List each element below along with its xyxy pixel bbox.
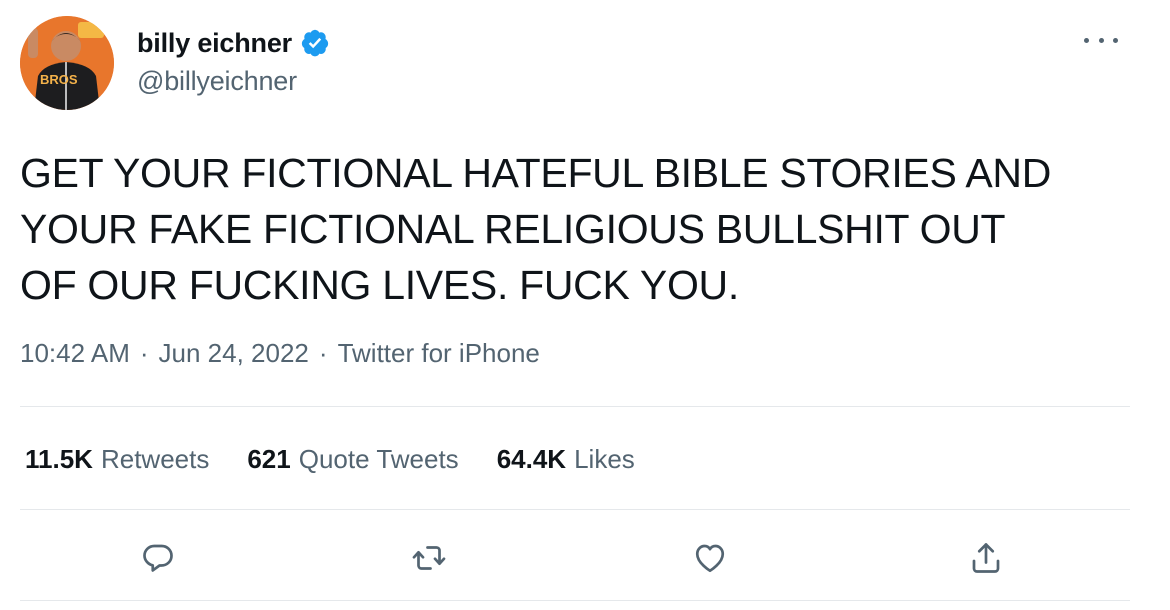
author-display-name[interactable]: billy eichner	[137, 28, 292, 59]
retweets-count: 11.5K	[25, 444, 93, 474]
retweet-button[interactable]	[405, 534, 453, 582]
quote-tweets-label: Quote Tweets	[298, 444, 459, 474]
likes-count: 64.4K	[496, 444, 567, 474]
retweet-icon	[412, 546, 446, 570]
meta-separator: ·	[318, 338, 328, 368]
reply-button[interactable]	[134, 534, 182, 582]
like-button[interactable]	[686, 534, 734, 582]
retweets-stat[interactable]: 11.5K Retweets	[25, 444, 209, 475]
more-dot	[1113, 37, 1118, 43]
divider	[20, 509, 1130, 510]
tweet-text: GET YOUR FICTIONAL HATEFUL BIBLE STORIES…	[20, 145, 1130, 313]
avatar-image: BROS	[20, 16, 114, 110]
tweet-meta: 10:42 AM · Jun 24, 2022 · Twitter for iP…	[20, 338, 540, 369]
quote-tweets-stat[interactable]: 621 Quote Tweets	[247, 444, 458, 475]
quote-tweets-count: 621	[247, 444, 291, 474]
divider	[20, 600, 1130, 601]
author-handle[interactable]: @billyeichner	[137, 66, 297, 97]
avatar[interactable]: BROS	[20, 16, 114, 110]
tweet-stats: 11.5K Retweets 621 Quote Tweets 64.4K Li…	[25, 444, 635, 475]
meta-separator: ·	[139, 338, 149, 368]
tweet-source[interactable]: Twitter for iPhone	[338, 338, 540, 369]
tweet-text-line: OF OUR FUCKING LIVES. FUCK YOU.	[20, 262, 739, 308]
more-dot	[1084, 37, 1089, 43]
tweet-text-line: YOUR FAKE FICTIONAL RELIGIOUS BULLSHIT O…	[20, 206, 1006, 252]
more-dot	[1098, 37, 1104, 43]
verified-badge-icon	[300, 28, 330, 58]
tweet-time[interactable]: 10:42 AM	[20, 338, 130, 369]
divider	[20, 406, 1130, 407]
share-icon	[972, 543, 1000, 573]
likes-stat[interactable]: 64.4K Likes	[497, 444, 635, 475]
tweet-card: BROS billy eichner @billyeichner GET YOU…	[0, 0, 1170, 610]
more-options-icon[interactable]	[1084, 26, 1118, 54]
share-button[interactable]	[962, 534, 1010, 582]
retweets-label: Retweets	[100, 444, 210, 474]
reply-icon	[143, 544, 173, 572]
heart-icon	[695, 544, 725, 573]
tweet-text-line: GET YOUR FICTIONAL HATEFUL BIBLE STORIES…	[20, 150, 1052, 196]
author-name-row: billy eichner	[137, 26, 330, 60]
tweet-date[interactable]: Jun 24, 2022	[159, 338, 309, 369]
likes-label: Likes	[574, 444, 635, 474]
avatar-jersey-text: BROS	[40, 72, 78, 87]
tweet-actions	[0, 534, 1130, 584]
